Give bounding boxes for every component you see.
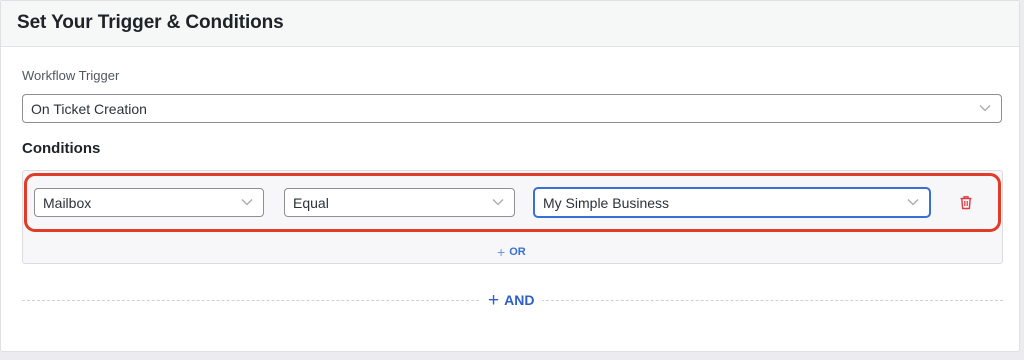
or-label: OR bbox=[509, 246, 526, 258]
chevron-down-icon bbox=[241, 198, 253, 206]
panel-title: Set Your Trigger & Conditions bbox=[17, 12, 284, 33]
condition-operator-select[interactable]: Equal bbox=[284, 188, 515, 217]
plus-icon: + bbox=[497, 244, 506, 260]
workflow-trigger-select[interactable]: On Ticket Creation bbox=[22, 94, 1002, 123]
plus-icon: + bbox=[488, 289, 500, 311]
chevron-down-icon bbox=[979, 104, 991, 112]
chevron-down-icon bbox=[907, 198, 919, 206]
add-or-condition-button[interactable]: + OR bbox=[497, 244, 526, 260]
trash-icon[interactable] bbox=[959, 195, 973, 210]
chevron-down-icon bbox=[492, 198, 504, 206]
condition-value-select[interactable]: My Simple Business bbox=[534, 188, 930, 217]
condition-field-value: Mailbox bbox=[43, 194, 92, 211]
workflow-trigger-label: Workflow Trigger bbox=[22, 68, 120, 83]
and-label: AND bbox=[504, 292, 535, 308]
workflow-trigger-value: On Ticket Creation bbox=[31, 100, 147, 117]
condition-operator-value: Equal bbox=[293, 194, 329, 211]
add-and-condition-button[interactable]: + AND bbox=[480, 289, 543, 311]
condition-field-select[interactable]: Mailbox bbox=[34, 188, 264, 217]
conditions-title: Conditions bbox=[22, 140, 101, 157]
panel-header: Set Your Trigger & Conditions bbox=[1, 1, 1019, 47]
condition-value-value: My Simple Business bbox=[543, 194, 670, 211]
